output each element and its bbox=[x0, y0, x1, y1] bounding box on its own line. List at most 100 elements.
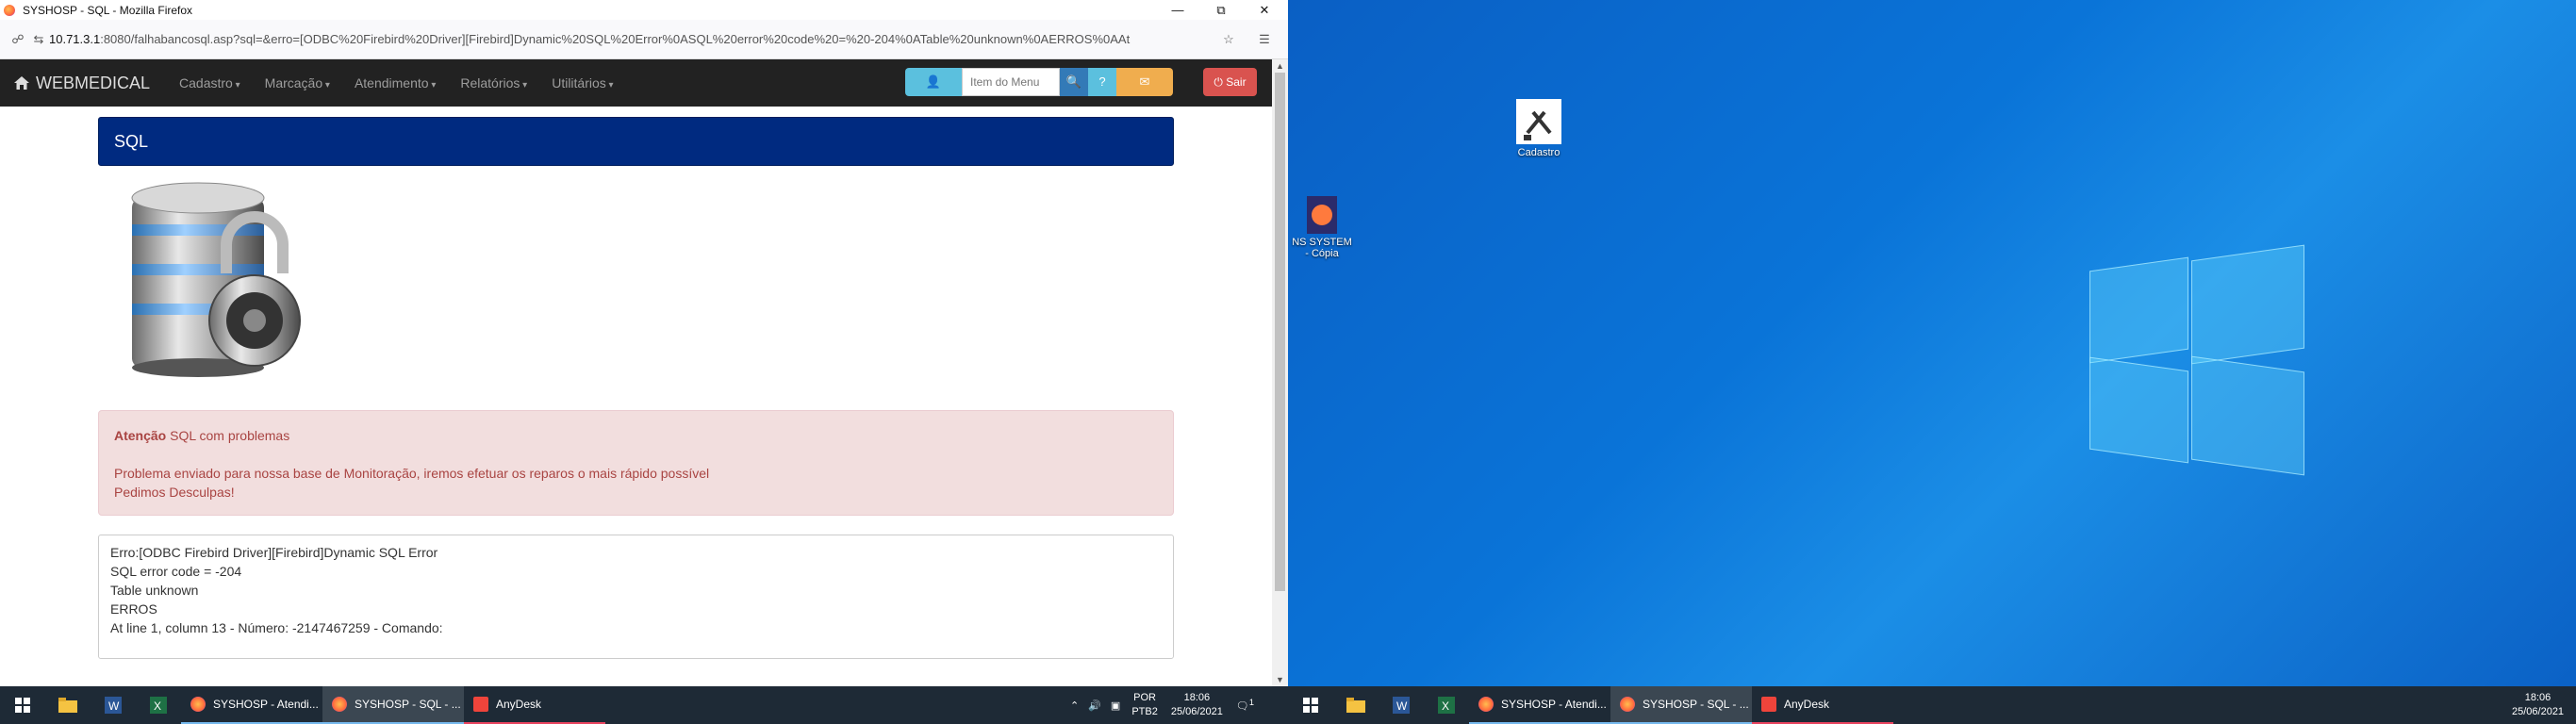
windows-icon bbox=[1303, 698, 1318, 713]
menu-utilitarios[interactable]: Utilitários bbox=[552, 75, 613, 90]
file-explorer-pin[interactable] bbox=[1333, 686, 1379, 724]
taskbar-app-label: AnyDesk bbox=[1784, 698, 1830, 711]
firefox-icon bbox=[332, 697, 347, 712]
exit-label: Sair bbox=[1226, 75, 1247, 89]
url-host: 10.71.3.1 bbox=[49, 32, 101, 46]
windows-logo-pane bbox=[2191, 244, 2304, 365]
menu-atendimento[interactable]: Atendimento bbox=[355, 75, 436, 90]
firefox-icon bbox=[1620, 697, 1635, 712]
scroll-down-arrow[interactable]: ▼ bbox=[1272, 675, 1288, 684]
database-lock-image bbox=[131, 182, 301, 377]
user-button[interactable]: 👤 bbox=[905, 68, 962, 96]
shield-icon[interactable]: ☍ bbox=[8, 32, 28, 47]
firefox-icon bbox=[1478, 697, 1494, 712]
svg-text:W: W bbox=[1396, 699, 1408, 713]
brand-label: WEBMEDICAL bbox=[36, 73, 151, 92]
svg-text:X: X bbox=[154, 699, 161, 713]
alert-title: Atenção bbox=[114, 428, 167, 443]
error-details-textarea[interactable]: Erro:[ODBC Firebird Driver][Firebird]Dyn… bbox=[98, 535, 1174, 659]
clock-time: 18:06 bbox=[2524, 692, 2551, 703]
url-field[interactable]: 10.71.3.1:8080/falhabancosql.asp?sql=&er… bbox=[49, 32, 1171, 46]
file-explorer-pin[interactable] bbox=[45, 686, 91, 724]
volume-icon[interactable]: 🔊 bbox=[1088, 699, 1101, 712]
taskbar-left: W X SYSHOSP - Atendi... SYSHOSP - SQL - … bbox=[0, 686, 1288, 724]
alert-message: Problema enviado para nossa base de Moni… bbox=[114, 466, 710, 481]
taskbar-app-atendimento[interactable]: SYSHOSP - Atendi... bbox=[1469, 686, 1610, 724]
alert-apology: Pedimos Desculpas! bbox=[114, 485, 235, 500]
taskbar-app-anydesk[interactable]: AnyDesk bbox=[1752, 686, 1893, 724]
taskbar-app-label: AnyDesk bbox=[496, 698, 542, 711]
word-icon: W bbox=[1393, 697, 1410, 714]
taskbar-app-sql[interactable]: SYSHOSP - SQL - ... bbox=[1610, 686, 1752, 724]
keyboard-layout: PTB2 bbox=[1131, 706, 1158, 717]
menu-cadastro[interactable]: Cadastro bbox=[179, 75, 240, 90]
excel-pin[interactable]: X bbox=[1424, 686, 1469, 724]
clock[interactable]: 18:06 25/06/2021 bbox=[2512, 691, 2564, 719]
desktop-icon-ns-system[interactable]: NS SYSTEM - Cópia bbox=[1289, 196, 1355, 259]
windows-logo-pane bbox=[2191, 355, 2304, 476]
clock-time: 18:06 bbox=[1183, 692, 1211, 703]
alert-subtitle: SQL com problemas bbox=[170, 428, 290, 443]
menu-icon[interactable]: ☰ bbox=[1254, 32, 1275, 47]
taskbar-app-sql[interactable]: SYSHOSP - SQL - ... bbox=[322, 686, 464, 724]
windows-icon bbox=[15, 698, 30, 713]
url-path: :8080/falhabancosql.asp?sql=&erro=[ODBC%… bbox=[100, 32, 1131, 46]
menu-search-group: 👤 🔍 ? ✉ bbox=[905, 68, 1173, 96]
word-icon: W bbox=[105, 697, 122, 714]
desktop-icon-label: Cadastro bbox=[1517, 147, 1560, 158]
scroll-up-arrow[interactable]: ▲ bbox=[1272, 61, 1288, 71]
svg-text:X: X bbox=[1442, 699, 1449, 713]
clock[interactable]: 18:06 25/06/2021 bbox=[1171, 691, 1223, 719]
excel-pin[interactable]: X bbox=[136, 686, 181, 724]
page-scrollbar[interactable]: ▲ ▼ bbox=[1272, 59, 1288, 686]
window-title: SYSHOSP - SQL - Mozilla Firefox bbox=[23, 3, 193, 17]
menu-relatorios[interactable]: Relatórios bbox=[460, 75, 527, 90]
home-icon bbox=[14, 76, 29, 90]
help-button[interactable]: ? bbox=[1088, 68, 1116, 96]
spreadsheet-icon: X bbox=[150, 697, 167, 714]
permissions-icon[interactable]: ⇆ bbox=[28, 32, 49, 47]
language-indicator[interactable]: POR PTB2 bbox=[1131, 691, 1158, 719]
folder-icon bbox=[58, 698, 77, 713]
taskbar-app-anydesk[interactable]: AnyDesk bbox=[464, 686, 605, 724]
browser-title-bar: SYSHOSP - SQL - Mozilla Firefox — ⧉ ✕ bbox=[0, 0, 1288, 20]
menu-search-input[interactable] bbox=[962, 68, 1060, 96]
windows-logo-pane bbox=[2089, 256, 2188, 364]
right-monitor-desktop: Cadastro NS SYSTEM - Cópia W X SYSHOSP -… bbox=[1288, 0, 2576, 724]
notification-icon[interactable]: 🗨1 bbox=[1236, 698, 1254, 713]
desktop-icon-cadastro[interactable]: Cadastro bbox=[1506, 99, 1572, 158]
network-icon[interactable]: ▣ bbox=[1111, 699, 1120, 712]
chevron-up-icon[interactable]: ⌃ bbox=[1070, 699, 1079, 712]
bookmark-star-icon[interactable]: ☆ bbox=[1218, 32, 1239, 47]
minimize-button[interactable]: — bbox=[1156, 0, 1199, 20]
scrollbar-thumb[interactable] bbox=[1275, 73, 1285, 591]
notification-count: 1 bbox=[1248, 698, 1254, 708]
ns-system-icon bbox=[1307, 196, 1337, 234]
maximize-button[interactable]: ⧉ bbox=[1199, 0, 1243, 20]
search-button[interactable]: 🔍 bbox=[1060, 68, 1088, 96]
exit-button[interactable]: ⏻ Sair bbox=[1203, 68, 1257, 96]
close-button[interactable]: ✕ bbox=[1243, 0, 1286, 20]
start-button[interactable] bbox=[0, 686, 45, 724]
windows-logo-pane bbox=[2089, 356, 2188, 464]
power-icon: ⏻ bbox=[1214, 75, 1223, 89]
mail-button[interactable]: ✉ bbox=[1116, 68, 1173, 96]
left-monitor: SYSHOSP - SQL - Mozilla Firefox — ⧉ ✕ ☍ … bbox=[0, 0, 1288, 724]
menu-marcacao[interactable]: Marcação bbox=[265, 75, 330, 90]
taskbar-right: W X SYSHOSP - Atendi... SYSHOSP - SQL - … bbox=[1288, 686, 2576, 724]
word-pin[interactable]: W bbox=[1379, 686, 1424, 724]
taskbar-app-label: SYSHOSP - SQL - ... bbox=[1643, 698, 1749, 711]
taskbar-app-atendimento[interactable]: SYSHOSP - Atendi... bbox=[181, 686, 322, 724]
language-code: POR bbox=[1133, 692, 1156, 703]
taskbar-app-label: SYSHOSP - Atendi... bbox=[1501, 698, 1607, 711]
page-title: SQL bbox=[98, 117, 1174, 166]
anydesk-icon bbox=[473, 697, 488, 712]
app-navbar: WEBMEDICAL Cadastro Marcação Atendimento… bbox=[0, 59, 1272, 107]
brand[interactable]: WEBMEDICAL bbox=[13, 74, 150, 93]
system-tray: ⌃ 🔊 ▣ POR PTB2 18:06 25/06/2021 🗨1 bbox=[1070, 686, 1254, 724]
firefox-icon bbox=[190, 697, 206, 712]
start-button[interactable] bbox=[1288, 686, 1333, 724]
url-bar: ☍ ⇆ 10.71.3.1:8080/falhabancosql.asp?sql… bbox=[0, 20, 1288, 59]
tools-icon bbox=[1516, 99, 1561, 144]
word-pin[interactable]: W bbox=[91, 686, 136, 724]
